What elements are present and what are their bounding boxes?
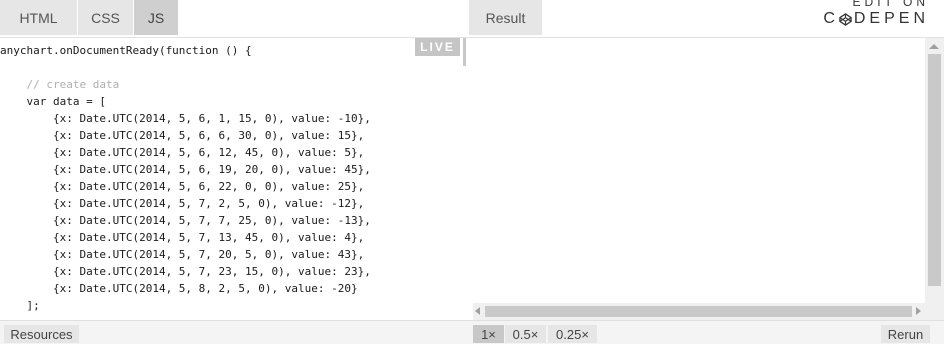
zoom-0-5x-button[interactable]: 0.5× — [505, 325, 546, 343]
edit-on-codepen-link[interactable]: EDIT ON C DEPEN — [823, 0, 929, 29]
zoom-0-25x-button[interactable]: 0.25× — [548, 325, 597, 343]
code-line: {x: Date.UTC(2014, 5, 6, 19, 20, 0), val… — [0, 163, 371, 176]
codepen-logo-icon — [839, 12, 852, 26]
vertical-scroll-thumb[interactable] — [928, 54, 941, 286]
code-line: {x: Date.UTC(2014, 5, 8, 2, 5, 0), value… — [0, 282, 358, 295]
code-line: {x: Date.UTC(2014, 5, 7, 2, 5, 0), value… — [0, 197, 365, 210]
codepen-wordmark: C DEPEN — [823, 9, 929, 29]
code-line: {x: Date.UTC(2014, 5, 7, 7, 25, 0), valu… — [0, 214, 371, 227]
code-content[interactable]: anychart.onDocumentReady(function () { /… — [0, 42, 371, 314]
resources-button[interactable]: Resources — [4, 325, 79, 343]
code-comment: // create data — [0, 78, 120, 91]
code-line: {x: Date.UTC(2014, 5, 7, 23, 15, 0), val… — [0, 265, 371, 278]
scrollbar-corner — [925, 298, 944, 320]
codepen-prefix: C — [823, 10, 839, 27]
scroll-up-arrow-icon[interactable] — [929, 44, 939, 49]
codepen-suffix: DEPEN — [853, 10, 929, 27]
bottom-toolbar — [0, 320, 944, 344]
code-line: {x: Date.UTC(2014, 5, 6, 6, 30, 0), valu… — [0, 129, 365, 142]
code-line: var data = [ — [0, 95, 106, 108]
code-line: {x: Date.UTC(2014, 5, 7, 13, 45, 0), val… — [0, 231, 365, 244]
horizontal-scrollbar[interactable] — [473, 303, 925, 320]
js-code-editor[interactable]: anychart.onDocumentReady(function () { /… — [0, 38, 463, 319]
code-line: {x: Date.UTC(2014, 5, 7, 20, 5, 0), valu… — [0, 248, 365, 261]
code-line: anychart.onDocumentReady(function () { — [0, 44, 252, 57]
code-line: {x: Date.UTC(2014, 5, 6, 12, 45, 0), val… — [0, 146, 365, 159]
horizontal-scroll-thumb[interactable] — [485, 306, 912, 317]
scroll-right-arrow-icon[interactable] — [916, 307, 921, 315]
code-line: ]; — [0, 299, 40, 312]
tab-result[interactable]: Result — [469, 0, 542, 35]
live-badge: LIVE — [415, 38, 460, 56]
scroll-left-arrow-icon[interactable] — [475, 307, 480, 315]
vertical-scrollbar[interactable] — [925, 38, 944, 298]
top-toolbar: HTML CSS JS Result EDIT ON C DEPEN — [0, 0, 944, 37]
tab-css[interactable]: CSS — [78, 0, 133, 35]
tab-html[interactable]: HTML — [0, 0, 77, 35]
edit-on-label: EDIT ON — [852, 0, 929, 9]
code-line: {x: Date.UTC(2014, 5, 6, 22, 0, 0), valu… — [0, 180, 365, 193]
tab-js[interactable]: JS — [134, 0, 178, 35]
code-line: {x: Date.UTC(2014, 5, 6, 1, 15, 0), valu… — [0, 112, 371, 125]
result-pane — [466, 38, 944, 319]
rerun-button[interactable]: Rerun — [881, 325, 930, 343]
zoom-1x-button[interactable]: 1× — [473, 325, 504, 343]
